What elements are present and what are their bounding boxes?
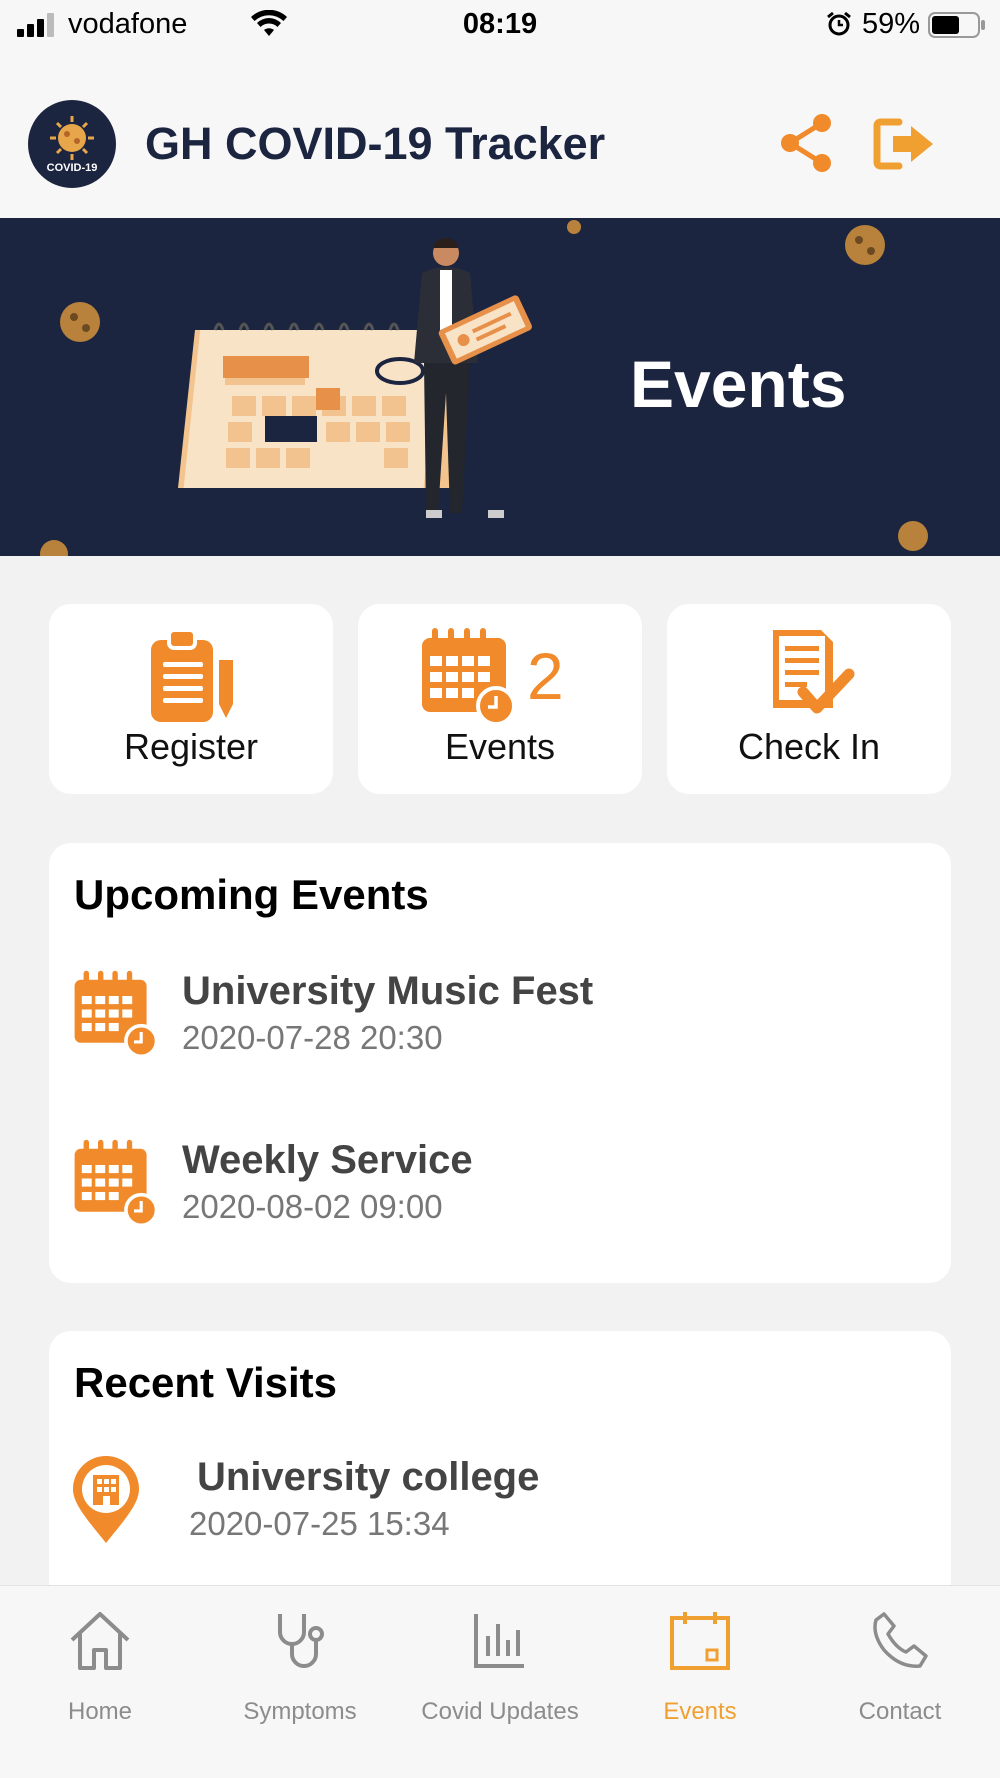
calendar-clock-icon xyxy=(422,628,516,726)
phone-icon xyxy=(873,1612,928,1668)
events-count-badge: 2 xyxy=(527,639,564,713)
document-check-icon xyxy=(773,630,855,714)
nav-events[interactable]: Events xyxy=(600,1586,800,1746)
stethoscope-icon xyxy=(278,1614,324,1668)
upcoming-events-title: Upcoming Events xyxy=(74,871,429,918)
share-icon[interactable] xyxy=(778,112,834,174)
status-bar: vodafone 08:19 59% xyxy=(0,0,1000,50)
nav-contact[interactable]: Contact xyxy=(800,1586,1000,1746)
battery-icon xyxy=(928,12,985,38)
clipboard-pen-icon xyxy=(151,628,233,722)
nav-covid-updates-label: Covid Updates xyxy=(421,1698,579,1725)
calendar-icon xyxy=(670,1612,730,1670)
events-banner: Events xyxy=(0,218,1000,556)
event-list-item[interactable]: Weekly Service 2020-08-02 09:00 xyxy=(49,1138,951,1258)
virus-logo-icon xyxy=(50,116,94,160)
home-icon xyxy=(70,1612,130,1670)
nav-symptoms-label: Symptoms xyxy=(243,1698,357,1725)
calendar-clock-icon xyxy=(74,970,159,1059)
visit-place: University college xyxy=(197,1455,540,1499)
visit-list-item[interactable]: University college 2020-07-25 15:34 xyxy=(49,1455,951,1575)
visit-time: 2020-07-25 15:34 xyxy=(189,1505,450,1542)
register-label: Register xyxy=(123,726,259,767)
checkin-label: Check In xyxy=(737,726,881,767)
location-building-icon xyxy=(73,1456,139,1543)
app-logo: COVID-19 xyxy=(28,100,116,188)
banner-title: Events xyxy=(630,347,847,421)
alarm-icon xyxy=(827,11,851,36)
calendar-illustration xyxy=(40,220,928,556)
app-title: GH COVID-19 Tracker xyxy=(145,118,606,169)
nav-home[interactable]: Home xyxy=(0,1586,200,1746)
battery-percent: 59% xyxy=(862,8,921,40)
nav-covid-updates[interactable]: Covid Updates xyxy=(400,1586,600,1746)
event-name: Weekly Service xyxy=(182,1138,473,1182)
recent-visits-title: Recent Visits xyxy=(74,1359,338,1406)
event-time: 2020-08-02 09:00 xyxy=(182,1188,443,1225)
checkin-card[interactable]: Check In xyxy=(667,604,951,794)
bar-chart-icon xyxy=(474,1614,524,1668)
events-card[interactable]: Events xyxy=(358,604,642,794)
register-card[interactable]: Register xyxy=(49,604,333,794)
app-header: COVID-19 GH COVID-19 Tracker xyxy=(0,50,1000,218)
upcoming-events-card: Upcoming Events University Music Fest 20… xyxy=(49,843,951,1283)
nav-symptoms[interactable]: Symptoms xyxy=(200,1586,400,1746)
logout-icon[interactable] xyxy=(873,118,937,170)
bottom-nav: Home Symptoms Covid Updates Events Conta… xyxy=(0,1585,1000,1778)
nav-home-label: Home xyxy=(67,1698,133,1725)
event-name: University Music Fest xyxy=(182,969,594,1013)
nav-contact-label: Contact xyxy=(858,1698,942,1725)
events-label: Events xyxy=(444,726,556,767)
calendar-clock-icon xyxy=(74,1139,159,1228)
logo-text: COVID-19 xyxy=(46,162,98,174)
nav-events-label: Events xyxy=(663,1698,737,1725)
event-time: 2020-07-28 20:30 xyxy=(182,1019,443,1056)
event-list-item[interactable]: University Music Fest 2020-07-28 20:30 xyxy=(49,969,951,1089)
